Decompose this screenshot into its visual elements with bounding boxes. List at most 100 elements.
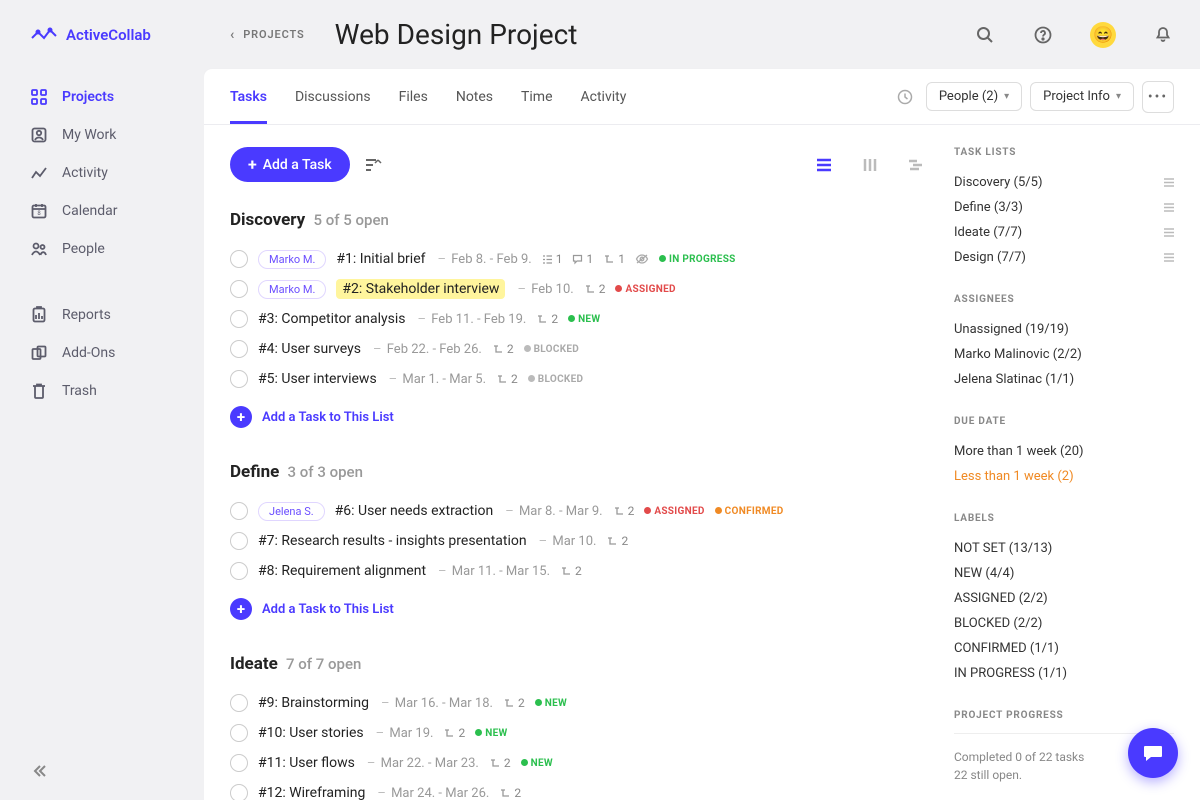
project-info-dropdown[interactable]: Project Info ▾ bbox=[1030, 82, 1134, 111]
subtask-badge: 2 bbox=[613, 504, 635, 518]
rp-item[interactable]: Design (7/7) bbox=[954, 245, 1174, 270]
rp-item[interactable]: Marko Malinovic (2/2) bbox=[954, 342, 1174, 367]
task-checkbox[interactable] bbox=[230, 694, 248, 712]
status-badge: BLOCKED bbox=[528, 374, 584, 385]
subtask-badge: 2 bbox=[499, 786, 521, 800]
task-row[interactable]: Marko M.#2: Stakeholder interview – Feb … bbox=[230, 274, 924, 304]
rp-item[interactable]: Define (3/3) bbox=[954, 195, 1174, 220]
task-row[interactable]: #10: User stories – Mar 19. 2 NEW bbox=[230, 718, 924, 748]
rp-item[interactable]: Ideate (7/7) bbox=[954, 220, 1174, 245]
add-task-to-list-button[interactable]: +Add a Task to This List bbox=[230, 406, 394, 428]
sidebar-collapse-button[interactable] bbox=[30, 762, 48, 780]
task-checkbox[interactable] bbox=[230, 370, 248, 388]
rp-item-label: ASSIGNED (2/2) bbox=[954, 591, 1048, 606]
rp-item[interactable]: IN PROGRESS (1/1) bbox=[954, 661, 1174, 686]
hidden-icon bbox=[635, 253, 649, 265]
search-icon[interactable] bbox=[974, 24, 996, 46]
list-header[interactable]: Define 3 of 3 open bbox=[230, 462, 924, 482]
column-view-toggle[interactable] bbox=[862, 158, 878, 172]
rp-item[interactable]: Discovery (5/5) bbox=[954, 170, 1174, 195]
task-dates: – Mar 22. - Mar 23. bbox=[365, 756, 479, 771]
list-view-toggle[interactable] bbox=[816, 158, 832, 172]
breadcrumb[interactable]: ‹ PROJECTS bbox=[230, 27, 305, 43]
assignee-chip[interactable]: Marko M. bbox=[258, 280, 326, 299]
rp-item[interactable]: NOT SET (13/13) bbox=[954, 536, 1174, 561]
tab-time[interactable]: Time bbox=[521, 71, 552, 123]
tab-discussions[interactable]: Discussions bbox=[295, 71, 371, 123]
task-row[interactable]: #3: Competitor analysis – Feb 11. - Feb … bbox=[230, 304, 924, 334]
assignee-chip[interactable]: Marko M. bbox=[258, 250, 326, 269]
task-row[interactable]: #4: User surveys – Feb 22. - Feb 26. 2 B… bbox=[230, 334, 924, 364]
task-checkbox[interactable] bbox=[230, 724, 248, 742]
rp-item[interactable]: Jelena Slatinac (1/1) bbox=[954, 367, 1174, 392]
task-row[interactable]: #9: Brainstorming – Mar 16. - Mar 18. 2 … bbox=[230, 688, 924, 718]
rp-item[interactable]: More than 1 week (20) bbox=[954, 439, 1174, 464]
task-row[interactable]: Jelena S.#6: User needs extraction – Mar… bbox=[230, 496, 924, 526]
brand-name: ActiveCollab bbox=[66, 26, 151, 44]
task-checkbox[interactable] bbox=[230, 532, 248, 550]
tab-notes[interactable]: Notes bbox=[456, 71, 493, 123]
list-header[interactable]: Ideate 7 of 7 open bbox=[230, 654, 924, 674]
task-checkbox[interactable] bbox=[230, 784, 248, 800]
task-checkbox[interactable] bbox=[230, 754, 248, 772]
sidebar-item-trash[interactable]: Trash bbox=[0, 372, 204, 410]
assignee-chip[interactable]: Jelena S. bbox=[258, 502, 325, 521]
subtask-badge: 2 bbox=[606, 534, 628, 548]
task-list-section: Define 3 of 3 open Jelena S.#6: User need… bbox=[230, 462, 924, 620]
people-dropdown[interactable]: People (2) ▾ bbox=[926, 82, 1022, 111]
help-icon[interactable] bbox=[1032, 24, 1054, 46]
add-task-button[interactable]: + Add a Task bbox=[230, 147, 350, 182]
task-row[interactable]: #7: Research results - insights presenta… bbox=[230, 526, 924, 556]
nav-icon bbox=[30, 164, 48, 182]
task-checkbox[interactable] bbox=[230, 280, 248, 298]
sidebar-item-projects[interactable]: Projects bbox=[0, 78, 204, 116]
task-row[interactable]: #12: Wireframing – Mar 24. - Mar 26. 2 bbox=[230, 778, 924, 800]
task-row[interactable]: #11: User flows – Mar 22. - Mar 23. 2 NE… bbox=[230, 748, 924, 778]
task-checkbox[interactable] bbox=[230, 562, 248, 580]
chevron-down-icon: ▾ bbox=[1004, 91, 1009, 102]
task-title: #4: User surveys bbox=[258, 341, 361, 357]
chevron-down-icon: ▾ bbox=[1116, 91, 1121, 102]
timeline-view-toggle[interactable] bbox=[908, 158, 924, 172]
task-title: #2: Stakeholder interview bbox=[336, 279, 505, 299]
sidebar-item-my-work[interactable]: My Work bbox=[0, 116, 204, 154]
rp-item[interactable]: ASSIGNED (2/2) bbox=[954, 586, 1174, 611]
sidebar-item-calendar[interactable]: 8Calendar bbox=[0, 192, 204, 230]
chat-fab[interactable] bbox=[1128, 728, 1178, 778]
task-title: #12: Wireframing bbox=[258, 785, 365, 800]
brand-logo[interactable]: ActiveCollab bbox=[0, 24, 204, 46]
rp-item[interactable]: CONFIRMED (1/1) bbox=[954, 636, 1174, 661]
rp-item[interactable]: BLOCKED (2/2) bbox=[954, 611, 1174, 636]
status-badge: ASSIGNED bbox=[644, 506, 704, 517]
user-avatar[interactable]: 😄 bbox=[1090, 22, 1116, 48]
sidebar-item-activity[interactable]: Activity bbox=[0, 154, 204, 192]
task-checkbox[interactable] bbox=[230, 340, 248, 358]
tab-files[interactable]: Files bbox=[399, 71, 428, 123]
add-task-to-list-button[interactable]: +Add a Task to This List bbox=[230, 598, 394, 620]
sort-button[interactable] bbox=[364, 157, 382, 173]
notifications-icon[interactable] bbox=[1152, 24, 1174, 46]
tab-activity[interactable]: Activity bbox=[581, 71, 627, 123]
rp-item[interactable]: NEW (4/4) bbox=[954, 561, 1174, 586]
sidebar-item-add-ons[interactable]: Add-Ons bbox=[0, 334, 204, 372]
task-checkbox[interactable] bbox=[230, 250, 248, 268]
nav-icon bbox=[30, 126, 48, 144]
task-checkbox[interactable] bbox=[230, 502, 248, 520]
recent-icon[interactable] bbox=[894, 86, 916, 108]
tab-tasks[interactable]: Tasks bbox=[230, 71, 267, 124]
task-title: #9: Brainstorming bbox=[258, 695, 369, 711]
rp-item[interactable]: Unassigned (19/19) bbox=[954, 317, 1174, 342]
subtask-badge: 2 bbox=[503, 696, 525, 710]
task-title: #8: Requirement alignment bbox=[258, 563, 426, 579]
sidebar-item-reports[interactable]: Reports bbox=[0, 296, 204, 334]
task-row[interactable]: #5: User interviews – Mar 1. - Mar 5. 2 … bbox=[230, 364, 924, 394]
status-badge: NEW bbox=[475, 728, 507, 739]
more-options-button[interactable]: ••• bbox=[1142, 81, 1174, 113]
task-checkbox[interactable] bbox=[230, 310, 248, 328]
list-header[interactable]: Discovery 5 of 5 open bbox=[230, 210, 924, 230]
status-badge: IN PROGRESS bbox=[659, 254, 736, 265]
sidebar-item-people[interactable]: People bbox=[0, 230, 204, 268]
task-row[interactable]: #8: Requirement alignment – Mar 11. - Ma… bbox=[230, 556, 924, 586]
rp-item[interactable]: Less than 1 week (2) bbox=[954, 464, 1174, 489]
task-row[interactable]: Marko M.#1: Initial brief – Feb 8. - Feb… bbox=[230, 244, 924, 274]
